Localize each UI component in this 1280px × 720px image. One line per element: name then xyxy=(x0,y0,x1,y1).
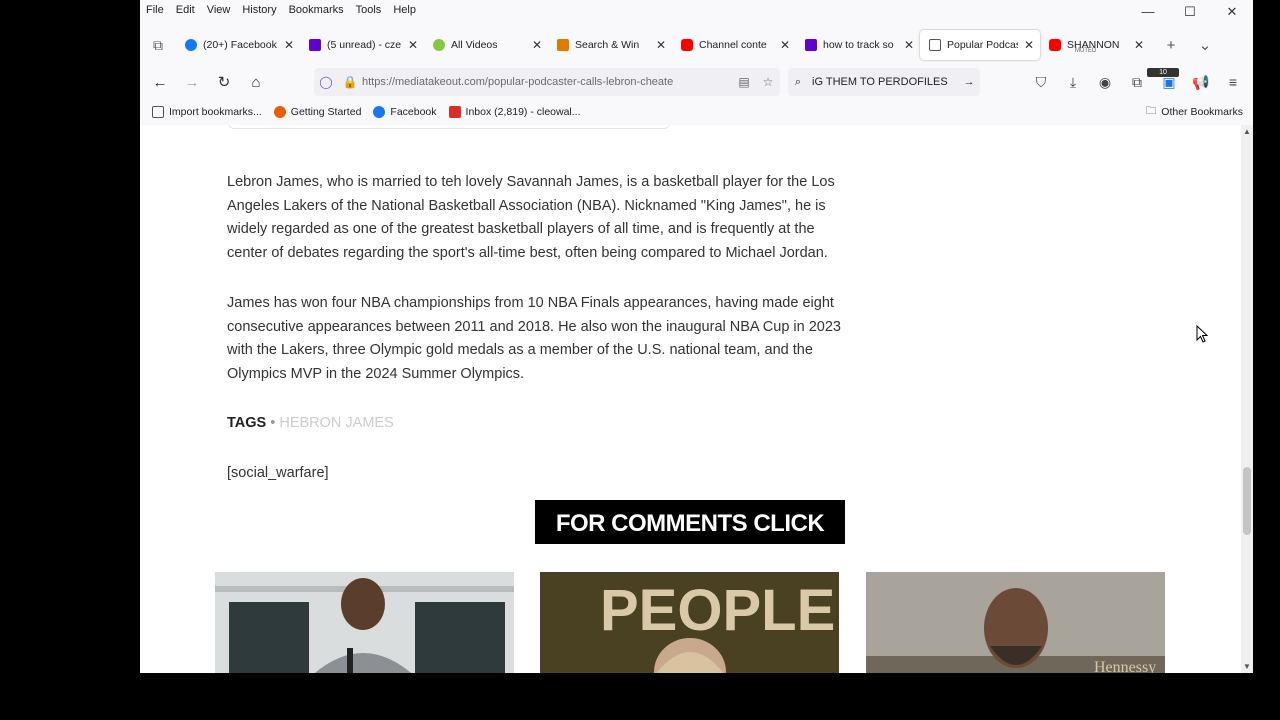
page-scrollbar[interactable]: ▲ ▼ xyxy=(1241,125,1253,673)
forward-button[interactable]: → xyxy=(176,74,208,91)
home-button[interactable]: ⌂ xyxy=(240,74,272,91)
tag-link[interactable]: Hebron James xyxy=(279,415,393,431)
scrollbar-thumb[interactable] xyxy=(1243,467,1251,535)
svg-text:Hennessy: Hennessy xyxy=(1094,659,1156,673)
tab-bar: ⧉ (20+) Facebook ✕ (5 unread) - cze ✕ Al… xyxy=(140,28,1253,62)
tab-search-win[interactable]: Search & Win ✕ xyxy=(548,30,672,60)
thumbnail-image xyxy=(215,572,514,673)
menu-bar: File Edit View History Bookmarks Tools H… xyxy=(140,0,1253,20)
related-article-thumbnail-3[interactable]: Hennessy xyxy=(866,572,1165,673)
scroll-up-icon[interactable]: ▲ xyxy=(1241,127,1253,136)
bookmark-getting-started[interactable]: Getting Started xyxy=(268,106,368,118)
tab-overview-icon[interactable]: ⧉ xyxy=(140,37,176,54)
article-paragraph-1: Lebron James, who is married to teh love… xyxy=(227,174,835,262)
tags-separator: • xyxy=(266,415,280,431)
close-tab-icon[interactable]: ✕ xyxy=(408,38,418,52)
close-tab-icon[interactable]: ✕ xyxy=(780,38,790,52)
tab-facebook[interactable]: (20+) Facebook ✕ xyxy=(176,30,300,60)
tab-all-videos[interactable]: All Videos ✕ xyxy=(424,30,548,60)
menu-view[interactable]: View xyxy=(201,4,237,16)
tab-popular-podcaster[interactable]: Popular Podcas ✕ xyxy=(920,30,1040,60)
social-shortcode: [social_warfare] xyxy=(227,465,329,481)
firefox-icon xyxy=(273,106,286,118)
bookmark-import[interactable]: Import bookmarks... xyxy=(146,106,268,118)
yahoo-icon xyxy=(805,39,817,51)
menu-bookmarks[interactable]: Bookmarks xyxy=(283,4,350,16)
related-article-thumbnail-2[interactable]: PEOPLE xyxy=(540,572,839,673)
youtube-icon xyxy=(681,39,693,51)
app-menu-icon[interactable]: ≡ xyxy=(1217,70,1249,94)
new-tab-button[interactable]: + xyxy=(1154,37,1188,54)
tab-shannon[interactable]: SHANNON MUTED ✕ xyxy=(1040,30,1150,60)
page-icon xyxy=(929,39,941,51)
downloads-icon[interactable]: ⤓ xyxy=(1057,70,1089,94)
muted-label: MUTED xyxy=(1075,48,1097,54)
window-controls: — ☐ ✕ xyxy=(1127,0,1253,24)
tab-channel-content[interactable]: Channel conte ✕ xyxy=(672,30,796,60)
reader-view-icon[interactable]: ▤ xyxy=(732,75,756,89)
facebook-icon xyxy=(185,39,197,51)
page-content: Lebron James, who is married to teh love… xyxy=(140,125,1241,673)
search-bar[interactable]: ⌕ iG THEM TO PERDOFILES → xyxy=(788,68,980,96)
bookmark-facebook[interactable]: Facebook xyxy=(367,106,442,118)
back-button[interactable]: ← xyxy=(144,74,176,91)
reload-button[interactable]: ↻ xyxy=(208,73,240,91)
menu-tools[interactable]: Tools xyxy=(350,4,388,16)
mouse-cursor-icon xyxy=(1196,325,1208,343)
account-icon[interactable]: ◉ xyxy=(1089,70,1121,94)
close-tab-icon[interactable]: ✕ xyxy=(532,38,542,52)
article-paragraph-2: James has won four NBA championships fro… xyxy=(227,295,841,383)
tab-yahoo-mail[interactable]: (5 unread) - cze ✕ xyxy=(300,30,424,60)
menu-history[interactable]: History xyxy=(236,4,282,16)
menu-edit[interactable]: Edit xyxy=(170,4,201,16)
related-article-thumbnail-1[interactable] xyxy=(215,572,514,673)
thumbnail-image: PEOPLE xyxy=(540,572,839,673)
bookmarks-toolbar: Import bookmarks... Getting Started Face… xyxy=(140,101,1253,123)
bookmark-star-icon[interactable]: ☆ xyxy=(756,75,780,89)
close-tab-icon[interactable]: ✕ xyxy=(904,38,914,52)
search-win-icon xyxy=(557,39,569,51)
tab-how-to-track[interactable]: how to track so ✕ xyxy=(796,30,920,60)
search-go-icon[interactable]: → xyxy=(958,76,980,88)
svg-text:PEOPLE: PEOPLE xyxy=(600,578,835,643)
navigation-bar: ← → ↻ ⌂ ◯ 🔒 https://mediatakeout.com/pop… xyxy=(140,66,1253,98)
minimize-button[interactable]: — xyxy=(1127,0,1169,24)
megaphone-icon[interactable]: 📢 xyxy=(1185,70,1217,94)
close-tab-icon[interactable]: ✕ xyxy=(1134,38,1144,52)
search-input[interactable]: iG THEM TO PERDOFILES xyxy=(808,76,958,88)
list-all-tabs-button[interactable]: ⌄ xyxy=(1188,36,1222,54)
tracking-protection-icon[interactable]: ◯ xyxy=(314,75,338,89)
search-icon: ⌕ xyxy=(794,75,802,88)
pocket-icon[interactable]: ⛉ xyxy=(1025,70,1057,94)
url-text[interactable]: https://mediatakeout.com/popular-podcast… xyxy=(362,76,732,88)
thumbnail-image: Hennessy xyxy=(866,572,1165,673)
close-window-button[interactable]: ✕ xyxy=(1211,0,1253,24)
import-icon xyxy=(152,106,164,118)
gmail-icon xyxy=(448,106,461,118)
tags-line: TAGS • Hebron James xyxy=(227,415,394,431)
lock-icon[interactable]: 🔒 xyxy=(338,75,362,89)
facebook-icon xyxy=(373,106,386,118)
tags-label: TAGS xyxy=(227,415,267,431)
close-tab-icon[interactable]: ✕ xyxy=(1024,38,1034,52)
yahoo-mail-icon xyxy=(309,39,321,51)
comments-button[interactable]: FOR COMMENTS CLICK HERE xyxy=(535,500,845,581)
other-bookmarks[interactable]: 🗀 Other Bookmarks xyxy=(1146,101,1243,123)
toolbar-icons: ⛉ ⤓ ◉ ⧉ ▣ 10 📢 ≡ xyxy=(1025,68,1249,94)
menu-help[interactable]: Help xyxy=(387,4,422,16)
menu-file[interactable]: File xyxy=(140,4,170,16)
bookmark-inbox[interactable]: Inbox (2,819) - cleowal... xyxy=(443,106,587,118)
maximize-button[interactable]: ☐ xyxy=(1169,0,1211,24)
extension-badge-icon[interactable]: ▣ 10 xyxy=(1147,68,1185,94)
scroll-down-icon[interactable]: ▼ xyxy=(1241,662,1253,671)
close-tab-icon[interactable]: ✕ xyxy=(284,38,294,52)
previous-box xyxy=(228,125,670,129)
youtube-icon xyxy=(1049,39,1061,51)
url-bar[interactable]: ◯ 🔒 https://mediatakeout.com/popular-pod… xyxy=(314,68,780,96)
close-tab-icon[interactable]: ✕ xyxy=(656,38,666,52)
rumble-icon xyxy=(433,39,445,51)
browser-window: File Edit View History Bookmarks Tools H… xyxy=(140,0,1253,673)
folder-icon: 🗀 xyxy=(1145,105,1157,117)
